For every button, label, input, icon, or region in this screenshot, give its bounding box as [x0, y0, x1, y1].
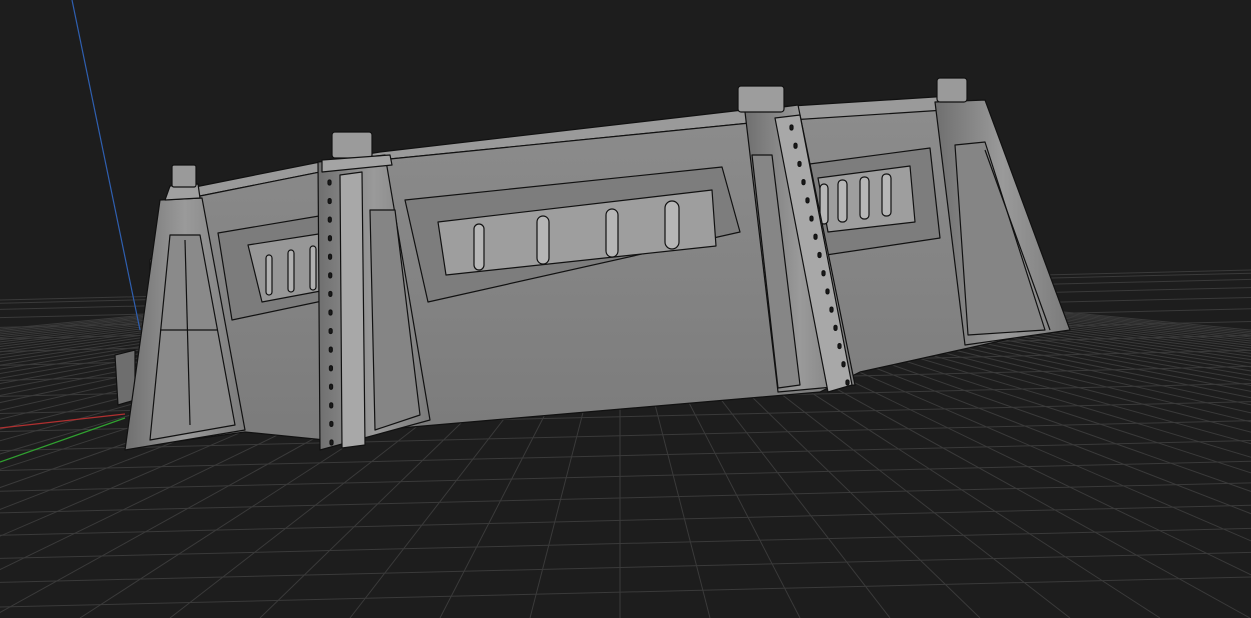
- stud: [845, 379, 850, 386]
- stud: [329, 420, 334, 428]
- viewport-canvas[interactable]: [0, 0, 1251, 618]
- stud: [328, 309, 333, 316]
- stud: [328, 365, 334, 372]
- grid-line: [0, 482, 1251, 514]
- wall-bunker-model[interactable]: [114, 77, 1071, 451]
- stud: [327, 253, 333, 260]
- grid-line: [0, 576, 1251, 608]
- 3d-viewport[interactable]: [0, 0, 1251, 618]
- grid-line: [0, 504, 1251, 536]
- stud: [793, 142, 798, 149]
- stud: [328, 346, 333, 353]
- stud: [328, 383, 334, 390]
- stud: [817, 251, 822, 259]
- stud: [327, 216, 332, 223]
- x-axis-line: [0, 413, 126, 429]
- stud: [801, 179, 806, 186]
- stud: [805, 197, 810, 204]
- stud: [327, 235, 333, 242]
- stud: [833, 324, 838, 331]
- stud: [328, 327, 333, 335]
- z-axis-line: [71, 0, 141, 331]
- stud: [327, 179, 332, 186]
- stud: [797, 160, 802, 168]
- stud: [329, 402, 334, 409]
- grid-line: [0, 551, 1251, 583]
- stud: [813, 233, 818, 240]
- grid-line: [0, 527, 1251, 559]
- stud: [329, 439, 334, 446]
- stud: [328, 290, 333, 298]
- grid-line: [931, 299, 1251, 333]
- stud: [837, 342, 842, 350]
- stud: [327, 197, 332, 205]
- stud: [789, 124, 794, 131]
- stud: [829, 306, 834, 313]
- stud: [825, 288, 830, 295]
- stud: [841, 361, 846, 368]
- stud: [328, 272, 333, 279]
- stud: [821, 270, 826, 277]
- stud: [809, 215, 814, 222]
